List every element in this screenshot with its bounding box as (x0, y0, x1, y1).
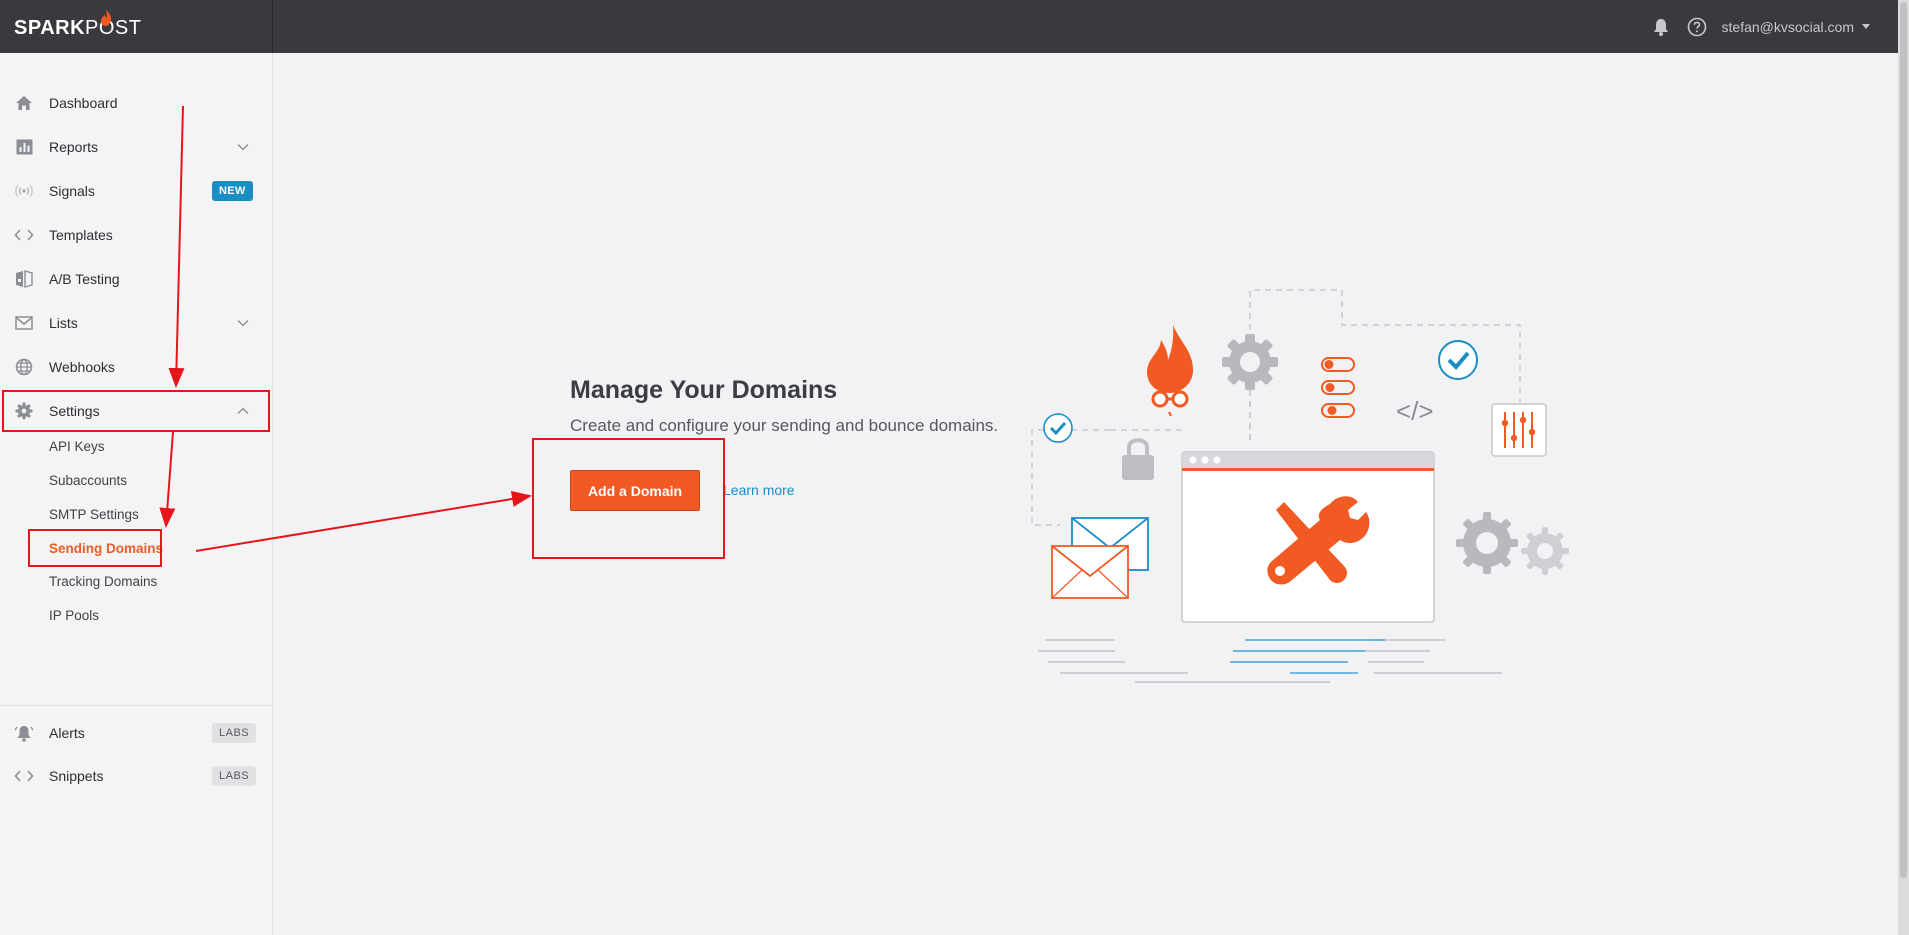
ab-test-icon (14, 269, 34, 289)
sidebar-subitem-subaccounts[interactable]: Subaccounts (49, 473, 127, 488)
sidebar-item-webhooks[interactable]: Webhooks (0, 347, 272, 387)
learn-more-link[interactable]: Learn more (723, 482, 795, 498)
lock-icon (1122, 438, 1154, 480)
check-circle-icon (1438, 340, 1478, 380)
sidebar-item-ab-testing[interactable]: A/B Testing (0, 259, 272, 299)
labs-badge: LABS (212, 723, 257, 743)
bell-icon[interactable] (1650, 16, 1672, 38)
page-title: Manage Your Domains (570, 376, 838, 404)
gears-bottom-icon (1456, 512, 1569, 575)
logo-area: SPARKPOST (0, 0, 273, 53)
sidebar-item-snippets[interactable]: Snippets LABS (0, 756, 272, 796)
sidebar-item-label: Snippets (49, 768, 104, 784)
sidebar-item-templates[interactable]: Templates (0, 215, 272, 255)
sliders-icon (1491, 403, 1547, 457)
sidebar-item-label: Webhooks (49, 359, 115, 375)
page-scrollbar[interactable] (1898, 0, 1909, 935)
new-badge: NEW (212, 181, 253, 201)
sidebar-item-label: Reports (49, 139, 99, 155)
sidebar-subitem-tracking-domains[interactable]: Tracking Domains (49, 574, 157, 589)
gear-icon (14, 401, 34, 421)
logo-text-light: POST (85, 17, 142, 39)
sidebar-item-label: A/B Testing (49, 271, 120, 287)
caret-down-icon (1862, 24, 1870, 29)
signal-icon (14, 181, 34, 201)
sidebar-item-signals[interactable]: Signals NEW (0, 171, 272, 211)
sidebar-item-alerts[interactable]: Alerts LABS (0, 713, 272, 753)
sidebar-item-lists[interactable]: Lists (0, 303, 272, 343)
header-actions: stefan@kvsocial.com (1650, 0, 1870, 53)
toggles-icon (1321, 357, 1355, 418)
sidebar-subitem-sending-domains[interactable]: Sending Domains (49, 541, 163, 556)
home-icon (14, 93, 34, 113)
sidebar-item-label: Settings (49, 403, 100, 419)
sidebar-subitem-smtp-settings[interactable]: SMTP Settings (49, 507, 139, 522)
add-domain-button[interactable]: Add a Domain (570, 470, 700, 511)
sidebar-item-label: Dashboard (49, 95, 118, 111)
envelope-icon (1051, 517, 1149, 599)
sidebar: Dashboard Reports Signals NEW Templates … (0, 53, 273, 935)
code-tag-text: </> (1396, 396, 1434, 426)
sidebar-item-dashboard[interactable]: Dashboard (0, 83, 272, 123)
code-icon (14, 225, 34, 245)
scrollbar-thumb[interactable] (1900, 2, 1907, 878)
help-icon[interactable] (1686, 16, 1708, 38)
page-subtitle: Create and configure your sending and bo… (570, 416, 999, 435)
sidebar-item-label: Alerts (49, 725, 85, 741)
bar-chart-icon (14, 137, 34, 157)
user-menu[interactable]: stefan@kvsocial.com (1722, 19, 1870, 35)
sidebar-subitem-ip-pools[interactable]: IP Pools (49, 608, 99, 623)
sidebar-item-label: Signals (49, 183, 95, 199)
logo-text-bold: SPARK (14, 17, 86, 39)
sidebar-divider (0, 705, 272, 706)
flame-mascot-icon (1147, 325, 1194, 417)
mail-icon (14, 313, 34, 333)
sidebar-item-reports[interactable]: Reports (0, 127, 272, 167)
sidebar-subitem-api-keys[interactable]: API Keys (49, 439, 105, 454)
top-bar: SPARKPOST stefan@kvsocial.com (0, 0, 1898, 53)
labs-badge: LABS (212, 766, 257, 786)
sidebar-item-label: Lists (49, 315, 78, 331)
alert-bell-icon (14, 723, 34, 743)
globe-icon (14, 357, 34, 377)
domains-illustration: </> (1031, 289, 1569, 683)
gear-icon (1222, 334, 1278, 390)
sidebar-item-label: Templates (49, 227, 113, 243)
chevron-down-icon[interactable] (236, 316, 250, 330)
code-icon (14, 766, 34, 786)
chevron-up-icon[interactable] (236, 404, 250, 418)
sparkpost-logo[interactable]: SPARKPOST (14, 9, 142, 40)
user-email: stefan@kvsocial.com (1721, 18, 1854, 35)
flame-icon (101, 9, 112, 26)
check-circle-small-icon (1043, 413, 1073, 443)
chevron-down-icon[interactable] (236, 140, 250, 154)
sidebar-item-settings[interactable]: Settings (0, 391, 272, 431)
